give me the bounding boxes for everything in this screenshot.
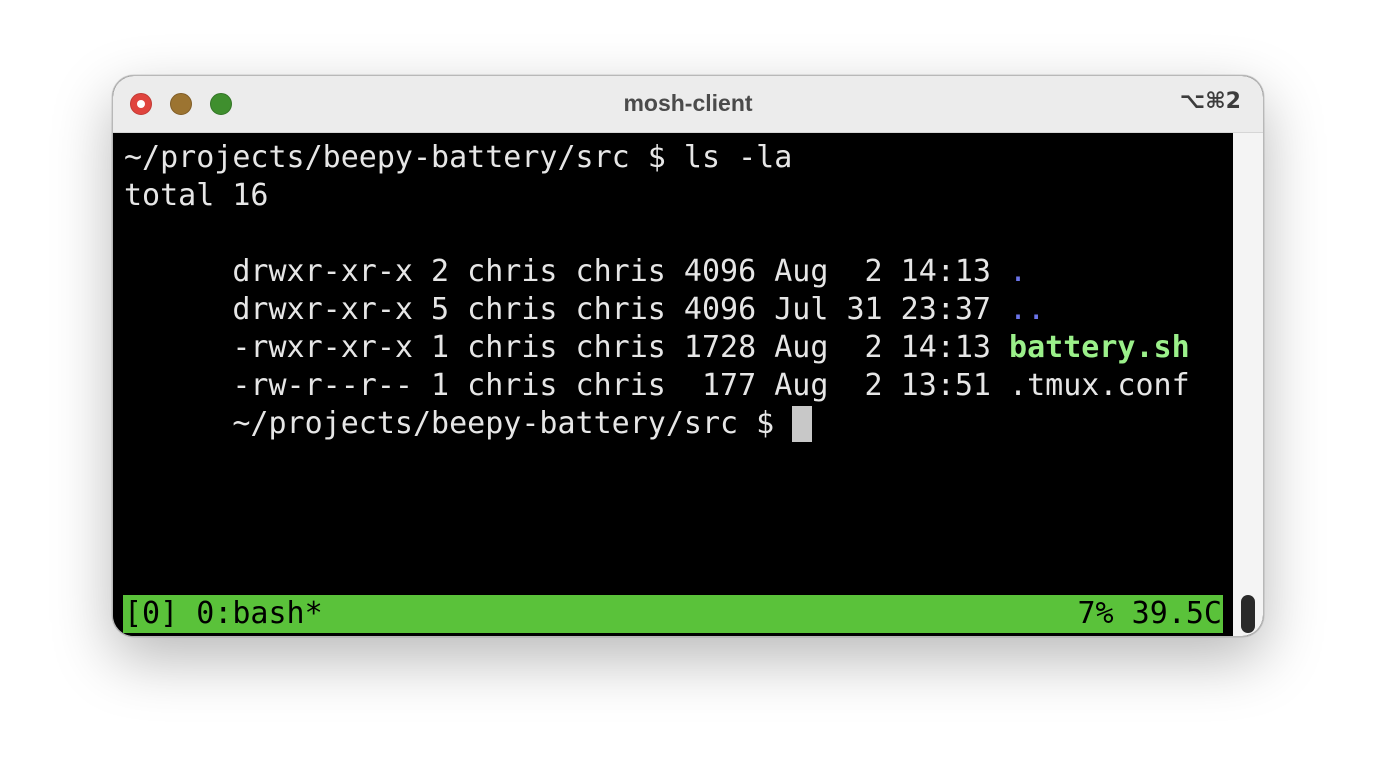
text-cursor: [792, 406, 813, 442]
tmux-window-list[interactable]: [0] 0:bash*: [124, 595, 323, 633]
file-name: .tmux.conf: [1009, 368, 1190, 403]
scrollbar-thumb[interactable]: [1241, 595, 1255, 633]
command-line: ~/projects/beepy-battery/src $ ls -la: [124, 140, 793, 175]
title-bar[interactable]: mosh-client ⌥⌘2: [113, 76, 1263, 133]
battery-status: 7% 39.5C: [1077, 596, 1223, 631]
total-line: total 16: [124, 178, 269, 213]
list-item: -rw-r--r-- 1 chris chris 177 Aug 2 13:51…: [124, 329, 1189, 403]
terminal-window: mosh-client ⌥⌘2 ~/projects/beepy-battery…: [112, 75, 1264, 637]
terminal-output[interactable]: ~/projects/beepy-battery/src $ ls -la to…: [113, 133, 1231, 636]
current-prompt-line[interactable]: ~/projects/beepy-battery/src $: [124, 367, 813, 442]
tmux-status-bar: [0] 0:bash* 7% 39.5C: [123, 595, 1223, 633]
scrollbar-track[interactable]: [1233, 133, 1263, 636]
list-item: drwxr-xr-x 2 chris chris 4096 Aug 2 14:1…: [124, 215, 1027, 289]
list-item: -rwxr-xr-x 1 chris chris 1728 Aug 2 14:1…: [124, 291, 1189, 365]
list-item: drwxr-xr-x 5 chris chris 4096 Jul 31 23:…: [124, 253, 1045, 327]
window-title: mosh-client: [623, 90, 753, 116]
prompt-text: ~/projects/beepy-battery/src $: [232, 406, 793, 441]
window-shortcut: ⌥⌘2: [1179, 89, 1241, 114]
